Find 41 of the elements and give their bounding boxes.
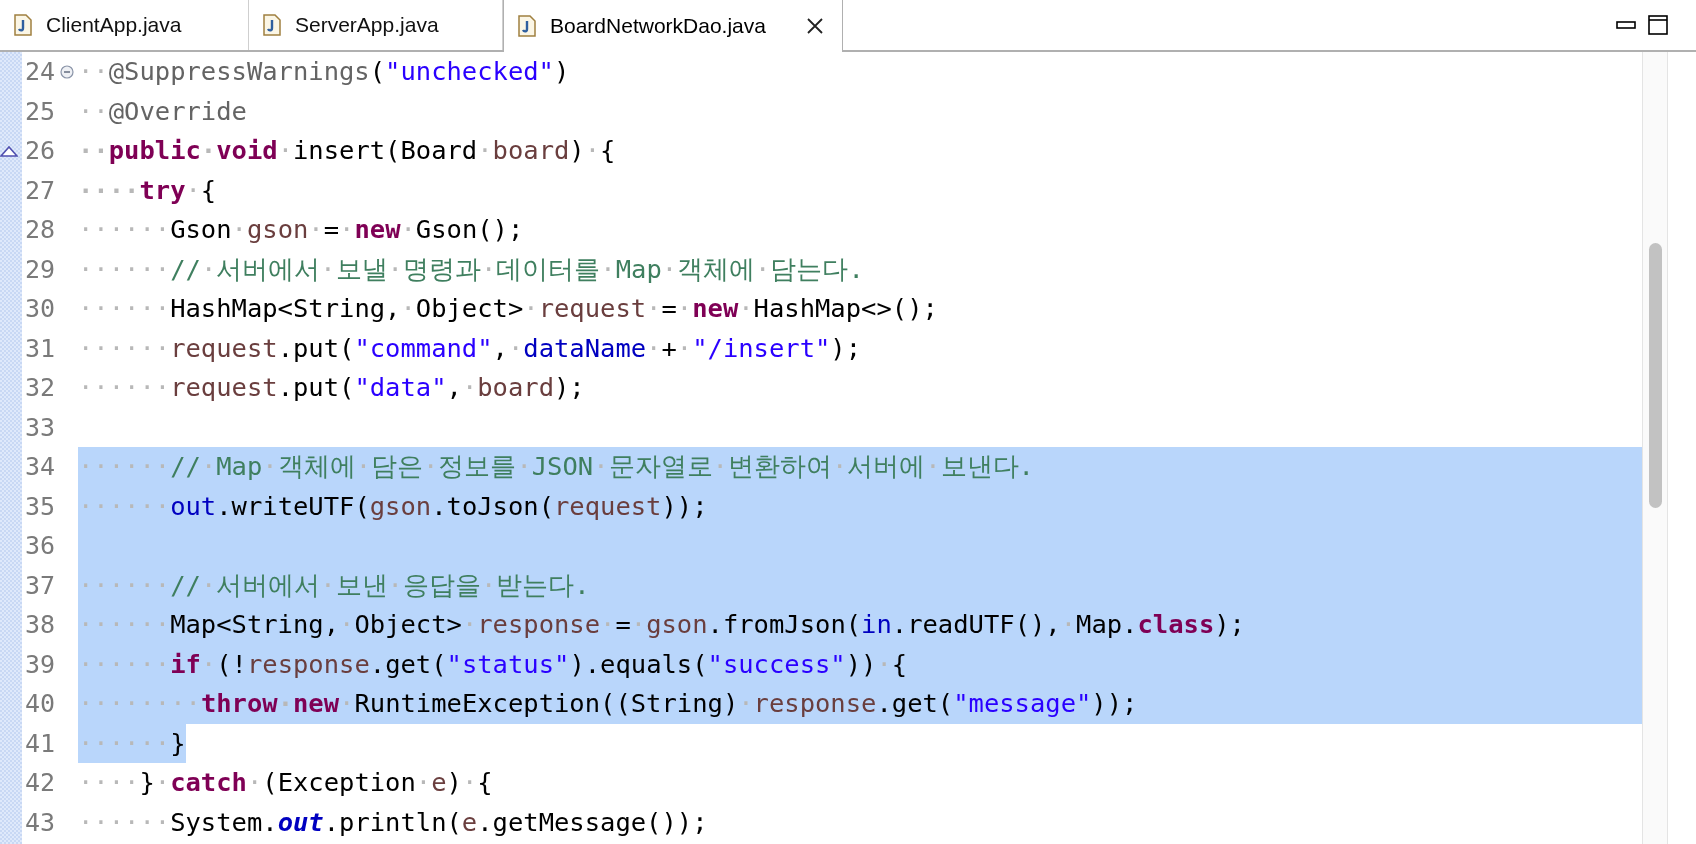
line-number: 26 [23, 135, 55, 167]
java-file-icon [518, 15, 536, 37]
close-icon[interactable] [806, 17, 824, 35]
line-number: 24 [23, 56, 55, 88]
line-number: 42 [23, 767, 55, 799]
code-line: ··@Override [78, 94, 247, 128]
line-number: 31 [23, 332, 55, 365]
line-number: 25 [23, 95, 55, 128]
line-number: 32 [23, 372, 55, 404]
line-number: 28 [23, 214, 55, 246]
line-number: 43 [23, 806, 55, 839]
line-number: 29 [23, 253, 55, 286]
code-line: ······//·서버에서·보낼·명령과·데이터를·Map·객체에·담는다. [78, 252, 864, 286]
line-number: 40 [23, 688, 55, 720]
line-number: 27 [23, 174, 55, 207]
code-line: ······Gson·gson·=·new·Gson(); [78, 213, 524, 246]
line-number: 38 [23, 609, 55, 641]
code-line: ······request.put("command",·dataName·+·"/insert"); [78, 331, 862, 365]
scrollbar[interactable] [1642, 52, 1668, 844]
line-number: 39 [23, 648, 55, 681]
scrollbar-thumb[interactable] [1648, 243, 1662, 508]
line-number: 34 [23, 451, 55, 483]
line-number: 36 [23, 530, 55, 562]
code-line: ··@SuppressWarnings("unchecked") [78, 55, 570, 88]
java-file-icon [263, 14, 281, 36]
code-line: ······request.put("data",·board); [78, 371, 585, 404]
code-line: ··public·void·insert(Board·board)·{ [78, 134, 616, 167]
line-number: 37 [23, 569, 55, 602]
minimize-icon[interactable] [1616, 20, 1636, 30]
line-number: 30 [23, 293, 55, 325]
line-number: 33 [23, 411, 55, 444]
java-file-icon [14, 14, 32, 36]
maximize-icon[interactable] [1648, 15, 1668, 35]
code-line: ······System.out.println(e.getMessage()); [78, 805, 708, 839]
line-number: 41 [23, 727, 55, 760]
code-line: ····}·catch·(Exception·e)·{ [78, 766, 493, 799]
code-line: ······HashMap<String,·Object>·request·=·new·HashMap<>(); [78, 292, 938, 325]
line-number: 35 [23, 490, 55, 523]
editor-tab[interactable]: BoardNetworkDao.java [503, 0, 843, 52]
code-line: ····try·{ [78, 173, 217, 207]
collapse-icon[interactable] [59, 64, 74, 79]
